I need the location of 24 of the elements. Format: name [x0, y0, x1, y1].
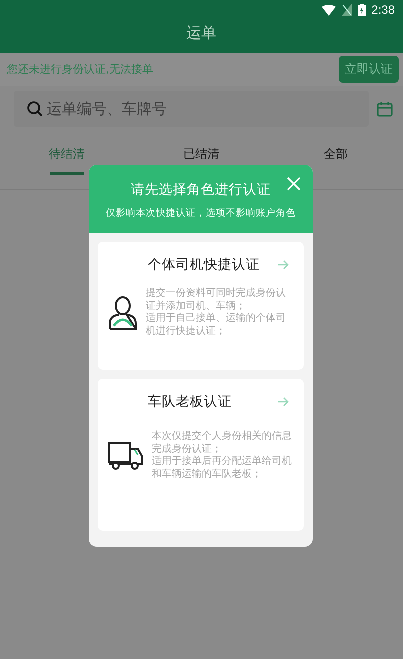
arrow-right-icon: [278, 260, 289, 270]
battery-icon: [358, 4, 366, 16]
option-title: 个体司机快捷认证: [148, 256, 260, 274]
dialog-subtitle: 仅影响本次快捷认证，选项不影响账户角色: [105, 207, 297, 220]
role-option-card[interactable]: 车队老板认证 本次仅提交个人身份相关的信息完成身份认证； 适用于接单后再分配运单给司机和车辆运输的车队老板；: [98, 379, 304, 531]
truck-icon: [108, 441, 144, 471]
wifi-icon: [322, 4, 336, 16]
role-option-card[interactable]: 个体司机快捷认证 提交一份资料可同时完成身份认证并添加司机、车辆； 适用于自己接单、运输的个体司机进行快捷认证；: [98, 242, 304, 370]
status-time: 2:38: [372, 3, 395, 17]
person-icon: [108, 296, 138, 330]
search-field[interactable]: 运单编号、车牌号: [14, 91, 369, 127]
verify-button[interactable]: 立即认证: [339, 56, 399, 83]
close-icon[interactable]: [287, 177, 301, 191]
dialog-title: 请先选择角色进行认证: [131, 182, 271, 198]
notice-text: 您还未进行身份认证,无法接单: [7, 62, 154, 77]
option-description: 本次仅提交个人身份相关的信息完成身份认证；: [152, 431, 293, 456]
option-description: 提交一份资料可同时完成身份认证并添加司机、车辆；: [146, 288, 287, 312]
option-description: 适用于自己接单、运输的个体司机进行快捷认证；: [146, 313, 287, 338]
no-signal-icon: [342, 4, 352, 16]
arrow-right-icon: [278, 397, 289, 407]
option-title: 车队老板认证: [148, 393, 232, 411]
calendar-icon[interactable]: [377, 102, 393, 116]
window-title: 运单: [186, 24, 218, 43]
option-description: 适用于接单后再分配运单给司机和车辆运输的车队老板；: [152, 456, 293, 481]
